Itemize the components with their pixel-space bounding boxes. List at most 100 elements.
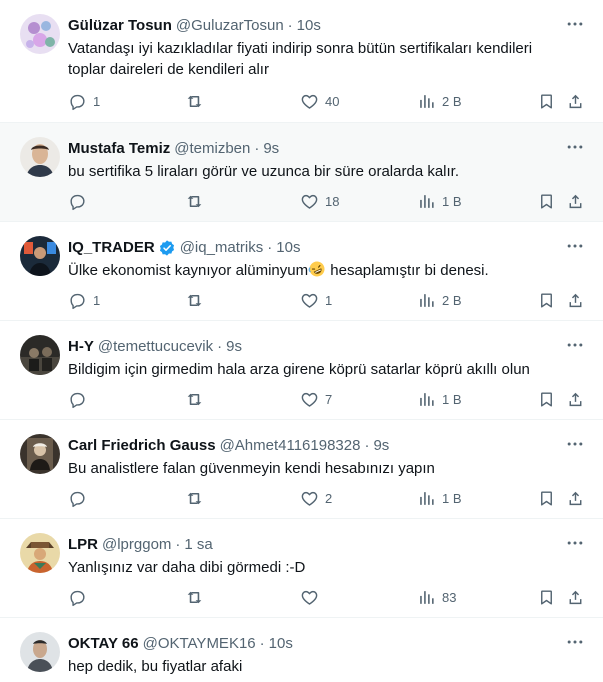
share-icon — [569, 194, 582, 208]
heart-icon — [301, 392, 318, 407]
like-button[interactable]: 40 — [300, 89, 339, 113]
avatar-image — [20, 14, 60, 54]
share-button[interactable] — [566, 89, 585, 113]
timestamp[interactable]: 9s — [226, 337, 242, 357]
author-handle[interactable]: @temizben — [174, 139, 250, 159]
share-button[interactable] — [566, 189, 585, 213]
bookmark-button[interactable] — [537, 387, 556, 411]
author-name[interactable]: IQ_TRADER — [68, 238, 155, 258]
reply-icon — [70, 392, 85, 408]
tweet-text-part: Ülke ekonomist kaynıyor alüminyum — [68, 262, 309, 279]
more-options-icon[interactable] — [565, 14, 585, 34]
tweet-text-line: hep dedik, bu fiyatlar afaki — [68, 658, 243, 675]
tweet[interactable]: IQ_TRADER @iq_matriks · 10s Ülke ekonomi… — [0, 222, 603, 321]
timestamp[interactable]: 10s — [297, 16, 321, 36]
rolling-laughing-emoji-icon — [308, 261, 325, 277]
avatar[interactable] — [20, 236, 60, 276]
verified-badge-icon[interactable] — [158, 239, 176, 257]
like-button[interactable]: 18 — [300, 189, 339, 213]
more-options-icon[interactable] — [565, 632, 585, 652]
tweet[interactable]: LPR @lprggom · 1 sa Yanlışınız var daha … — [0, 519, 603, 618]
author-name[interactable]: Carl Friedrich Gauss — [68, 436, 216, 456]
author-name[interactable]: Mustafa Temiz — [68, 139, 170, 159]
share-button[interactable] — [566, 288, 585, 312]
avatar[interactable] — [20, 434, 60, 474]
reply-button[interactable] — [68, 387, 87, 411]
views-icon — [420, 392, 434, 406]
bookmark-button[interactable] — [537, 89, 556, 113]
timestamp[interactable]: 1 sa — [184, 535, 212, 555]
avatar-image — [20, 533, 60, 573]
retweet-button[interactable] — [185, 89, 204, 113]
more-options-icon[interactable] — [565, 434, 585, 454]
share-button[interactable] — [566, 486, 585, 510]
like-button[interactable]: 1 — [300, 288, 332, 312]
tweet[interactable]: Gülüzar Tosun @GuluzarTosun · 10s Vatand… — [0, 0, 603, 123]
timestamp[interactable]: 9s — [373, 436, 389, 456]
views-button[interactable]: 2 B — [417, 89, 462, 113]
retweet-button[interactable] — [185, 387, 204, 411]
more-options-icon[interactable] — [565, 236, 585, 256]
author-handle[interactable]: @temettucucevik — [98, 337, 213, 357]
reply-button[interactable] — [68, 486, 87, 510]
author-name[interactable]: LPR — [68, 535, 98, 555]
like-button[interactable]: 7 — [300, 387, 332, 411]
tweet[interactable]: OKTAY 66 @OKTAYMEK16 · 10s hep dedik, bu… — [0, 618, 603, 682]
reply-button[interactable]: 1 — [68, 89, 100, 113]
separator-dot: · — [364, 437, 370, 454]
reply-icon — [70, 194, 85, 210]
author-handle[interactable]: @lprggom — [102, 535, 171, 555]
timestamp[interactable]: 10s — [276, 238, 300, 258]
like-button[interactable]: 2 — [300, 486, 332, 510]
separator-dot: · — [287, 17, 293, 34]
bookmark-icon — [541, 391, 552, 407]
retweet-button[interactable] — [185, 189, 204, 213]
retweet-button[interactable] — [185, 288, 204, 312]
avatar[interactable] — [20, 335, 60, 375]
bookmark-button[interactable] — [537, 189, 556, 213]
more-options-icon[interactable] — [565, 137, 585, 157]
views-button[interactable]: 1 B — [417, 189, 462, 213]
timestamp[interactable]: 10s — [269, 634, 293, 654]
author-name[interactable]: Gülüzar Tosun — [68, 16, 172, 36]
author-handle[interactable]: @Ahmet4116198328 — [220, 436, 361, 456]
views-button[interactable]: 83 — [417, 585, 456, 609]
avatar[interactable] — [20, 137, 60, 177]
views-button[interactable]: 1 B — [417, 387, 462, 411]
author-name[interactable]: OKTAY 66 — [68, 634, 139, 654]
avatar[interactable] — [20, 632, 60, 672]
heart-icon — [301, 293, 318, 308]
author-handle[interactable]: @GuluzarTosun — [176, 16, 284, 36]
retweet-button[interactable] — [185, 585, 204, 609]
bookmark-button[interactable] — [537, 288, 556, 312]
view-count: 1 B — [442, 193, 462, 209]
tweet[interactable]: H-Y @temettucucevik · 9s Bildigim için g… — [0, 321, 603, 420]
author-handle[interactable]: @OKTAYMEK16 — [143, 634, 256, 654]
action-bar: 83 — [60, 585, 593, 609]
tweet[interactable]: Mustafa Temiz @temizben · 9s bu sertifik… — [0, 123, 603, 222]
timestamp[interactable]: 9s — [263, 139, 279, 159]
reply-button[interactable]: 1 — [68, 288, 100, 312]
bookmark-icon — [541, 292, 552, 308]
author-name[interactable]: H-Y — [68, 337, 94, 357]
reply-button[interactable] — [68, 189, 87, 213]
more-options-icon[interactable] — [565, 533, 585, 553]
bookmark-button[interactable] — [537, 486, 556, 510]
views-icon — [420, 94, 434, 108]
share-button[interactable] — [566, 585, 585, 609]
bookmark-button[interactable] — [537, 585, 556, 609]
avatar[interactable] — [20, 533, 60, 573]
more-options-icon[interactable] — [565, 335, 585, 355]
views-button[interactable]: 2 B — [417, 288, 462, 312]
reply-button[interactable] — [68, 585, 87, 609]
tweet-text-line: bu sertifika 5 liraları görür ve uzunca … — [68, 163, 460, 180]
tweet[interactable]: Carl Friedrich Gauss @Ahmet4116198328 · … — [0, 420, 603, 519]
share-button[interactable] — [566, 387, 585, 411]
separator-dot: · — [254, 140, 260, 157]
views-button[interactable]: 1 B — [417, 486, 462, 510]
retweet-button[interactable] — [185, 486, 204, 510]
avatar-image — [20, 632, 60, 672]
avatar[interactable] — [20, 14, 60, 54]
like-button[interactable] — [300, 585, 319, 609]
author-handle[interactable]: @iq_matriks — [180, 238, 264, 258]
